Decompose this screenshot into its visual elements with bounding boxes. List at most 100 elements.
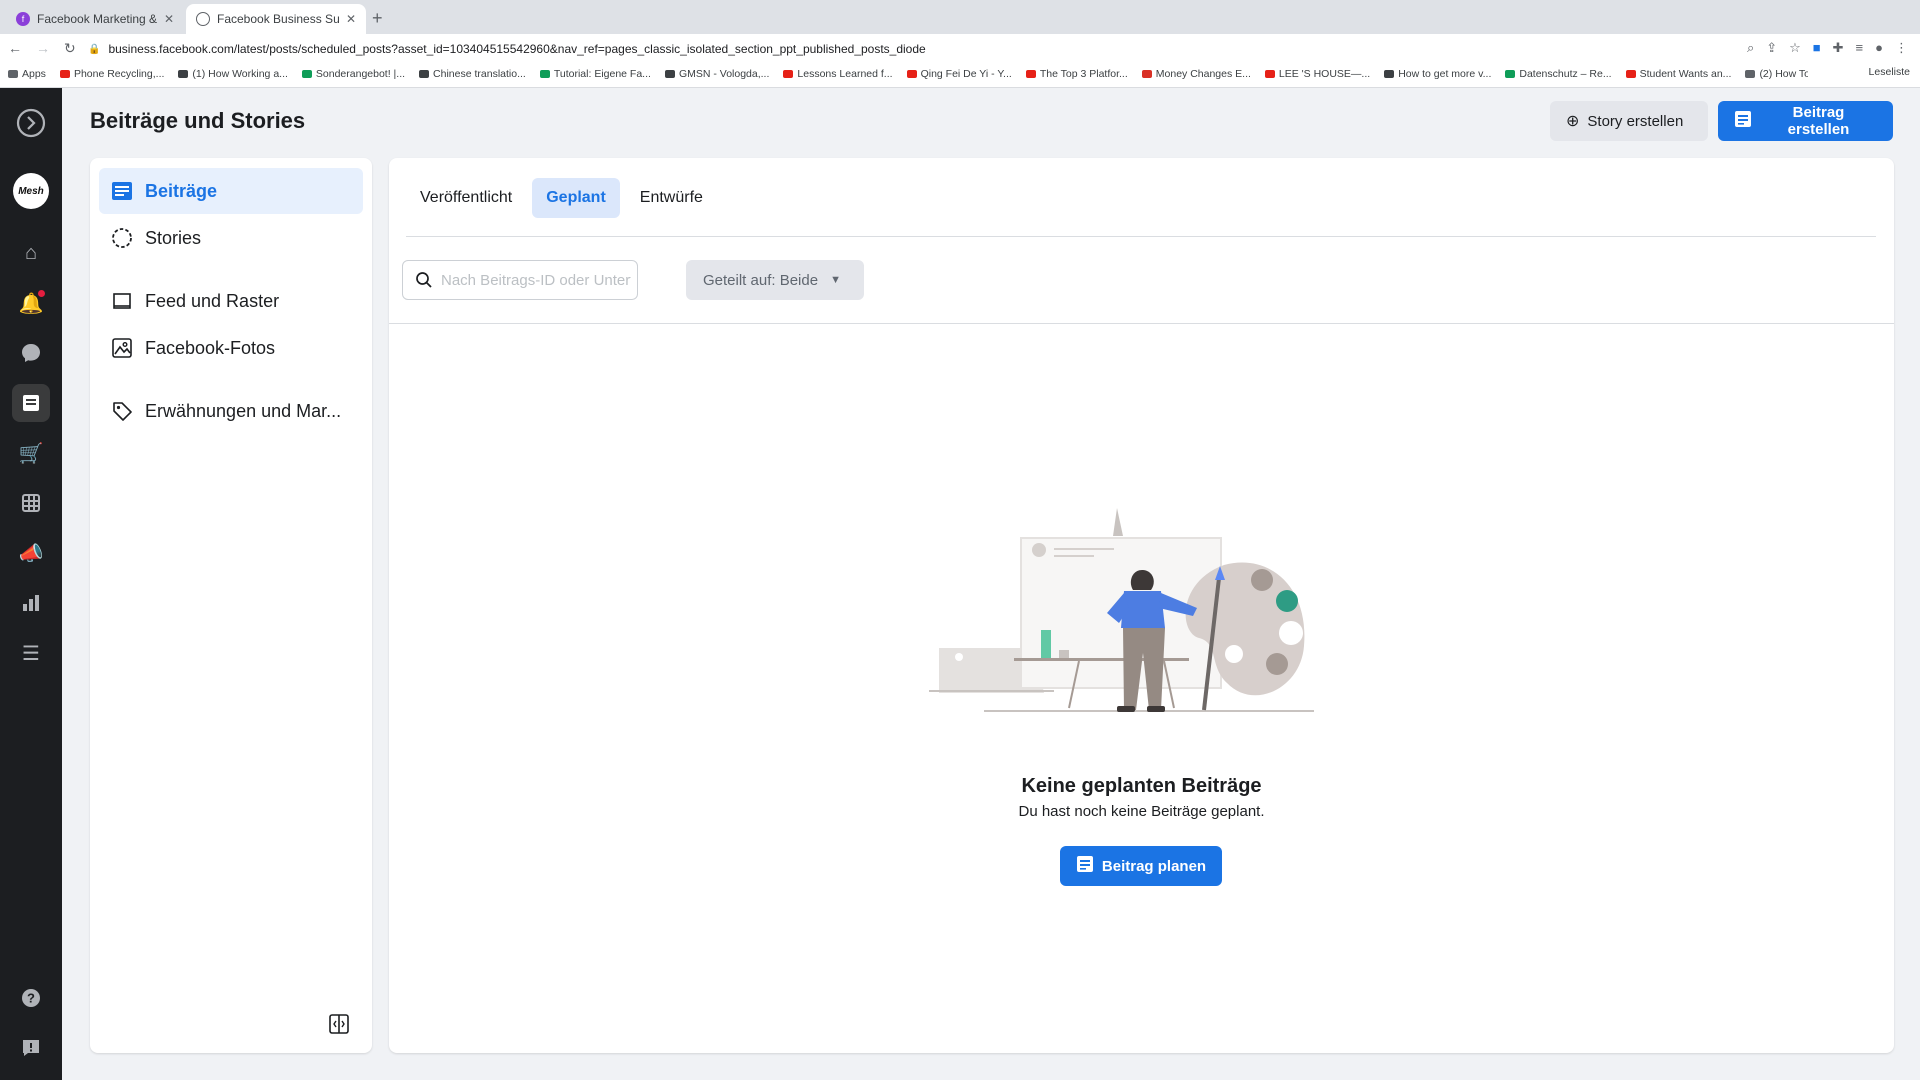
close-tab-icon[interactable]: ✕ xyxy=(346,12,356,26)
bookmark-item[interactable]: Money Changes E... xyxy=(1141,68,1251,80)
lock-icon: 🔒 xyxy=(88,43,101,55)
help-icon[interactable]: ? xyxy=(12,979,50,1017)
bookmark-label: Qing Fei De Yi - Y... xyxy=(920,68,1012,80)
bookmark-item[interactable]: LEE 'S HOUSE—... xyxy=(1264,68,1370,80)
bookmark-favicon-icon xyxy=(1141,70,1152,78)
bookmark-item[interactable]: (1) How Working a... xyxy=(178,68,288,80)
all-tools-menu-icon[interactable]: ☰ xyxy=(12,634,50,672)
create-post-button[interactable]: Beitrag erstellen xyxy=(1718,101,1893,141)
left-nav-rail: Mesh ⌂ 🔔 🛒 📣 ☰ ? xyxy=(0,88,62,1080)
browser-tab-marketing[interactable]: f Facebook Marketing & Werbe... ✕ xyxy=(6,4,184,34)
tab-scheduled[interactable]: Geplant xyxy=(532,178,620,218)
bookmark-label: Student Wants an... xyxy=(1639,68,1732,80)
zoom-icon[interactable]: ⌕ xyxy=(1747,40,1754,56)
feed-grid-icon xyxy=(111,290,133,312)
extension-facebook-icon[interactable]: ■ xyxy=(1813,40,1821,56)
bookmark-item[interactable]: Student Wants an... xyxy=(1625,68,1732,80)
back-icon[interactable]: ← xyxy=(8,40,22,57)
bookmark-item[interactable]: The Top 3 Platfor... xyxy=(1025,68,1128,80)
chrome-menu-icon[interactable]: ⋮ xyxy=(1895,40,1908,56)
content-sidebar: Beiträge Stories Feed und Raster Faceboo… xyxy=(90,158,372,1053)
page-avatar[interactable]: Mesh xyxy=(13,173,49,209)
sidebar-item-posts[interactable]: Beiträge xyxy=(99,168,363,214)
tabs-divider xyxy=(406,236,1876,237)
url-text: business.facebook.com/latest/posts/sched… xyxy=(108,42,926,56)
address-bar[interactable]: 🔒 business.facebook.com/latest/posts/sch… xyxy=(88,37,1788,61)
bookmark-favicon-icon xyxy=(301,70,312,78)
new-tab-icon[interactable]: + xyxy=(372,8,383,29)
bookmarks-bar: Apps Phone Recycling,... (1) How Working a… xyxy=(8,64,1808,84)
sidebar-item-label: Erwähnungen und Mar... xyxy=(145,400,342,421)
bookmark-label: Phone Recycling,... xyxy=(73,68,165,80)
bookmark-favicon-icon xyxy=(1505,70,1516,78)
bookmark-label: Sonderangebot! |... xyxy=(315,68,406,80)
bookmark-label: Apps xyxy=(22,68,46,80)
planner-grid-icon[interactable] xyxy=(12,484,50,522)
search-box[interactable] xyxy=(402,260,638,300)
sidebar-item-label: Facebook-Fotos xyxy=(145,337,276,358)
posts-stories-icon[interactable] xyxy=(12,384,50,422)
browser-tabstrip: f Facebook Marketing & Werbe... ✕ Facebo… xyxy=(0,0,1920,34)
notifications-bell-icon[interactable]: 🔔 xyxy=(12,284,50,322)
bookmark-label: The Top 3 Platfor... xyxy=(1039,68,1128,80)
bookmark-item[interactable]: GMSN - Vologda,... xyxy=(664,68,770,80)
tab-published[interactable]: Veröffentlicht xyxy=(406,178,526,218)
feedback-icon[interactable] xyxy=(12,1029,50,1067)
filter-divider xyxy=(389,323,1894,324)
close-tab-icon[interactable]: ✕ xyxy=(164,12,174,26)
bookmark-favicon-icon xyxy=(1745,70,1756,78)
extensions-puzzle-icon[interactable]: ✚ xyxy=(1833,40,1844,56)
bookmark-favicon-icon xyxy=(178,70,189,78)
shared-on-filter-dropdown[interactable]: Geteilt auf: Beide ▼ xyxy=(686,260,864,300)
commerce-cart-icon[interactable]: 🛒 xyxy=(12,434,50,472)
schedule-post-label: Beitrag planen xyxy=(1101,857,1207,875)
sidebar-item-facebook-photos[interactable]: Facebook-Fotos xyxy=(99,325,363,371)
create-story-button[interactable]: ⊕ Story erstellen xyxy=(1550,101,1708,141)
bookmark-item[interactable]: Qing Fei De Yi - Y... xyxy=(906,68,1012,80)
browser-tab-business-suite[interactable]: Facebook Business Suite ✕ xyxy=(186,4,366,34)
sidebar-item-feed-grid[interactable]: Feed und Raster xyxy=(99,278,363,324)
ads-megaphone-icon[interactable]: 📣 xyxy=(12,534,50,572)
collapse-sidebar-icon[interactable] xyxy=(328,1013,350,1035)
tab-drafts[interactable]: Entwürfe xyxy=(626,178,717,218)
sidebar-item-label: Stories xyxy=(145,227,202,248)
bookmark-item[interactable]: Tutorial: Eigene Fa... xyxy=(539,68,651,80)
sidebar-item-stories[interactable]: Stories xyxy=(99,215,363,261)
photos-icon xyxy=(111,337,133,359)
bookmark-item[interactable]: Phone Recycling,... xyxy=(59,68,165,80)
bookmark-star-icon[interactable]: ☆ xyxy=(1789,40,1801,56)
bookmark-item[interactable]: (2) How To Add A... xyxy=(1745,68,1808,80)
bookmark-item[interactable]: How to get more v... xyxy=(1384,68,1491,80)
bookmark-label: Money Changes E... xyxy=(1155,68,1251,80)
bookmark-label: GMSN - Vologda,... xyxy=(678,68,770,80)
bookmark-label: Lessons Learned f... xyxy=(797,68,893,80)
inbox-chat-icon[interactable] xyxy=(12,334,50,372)
empty-state-subtitle: Du hast noch keine Beiträge geplant. xyxy=(1018,803,1265,820)
tag-icon xyxy=(111,400,133,422)
search-icon xyxy=(416,272,432,288)
sidebar-item-mentions-tags[interactable]: Erwähnungen und Mar... xyxy=(99,388,363,434)
insights-chart-icon[interactable] xyxy=(12,584,50,622)
business-suite-logo-icon[interactable] xyxy=(12,104,50,142)
add-story-icon: ⊕ xyxy=(1566,113,1580,130)
share-icon[interactable]: ⇪ xyxy=(1766,40,1777,56)
bookmark-item[interactable]: Datenschutz – Re... xyxy=(1505,68,1612,80)
reading-list[interactable]: Leseliste xyxy=(1869,66,1910,78)
bookmark-item[interactable]: Chinese translatio... xyxy=(419,68,526,80)
browser-toolbar: ← → ↻ 🔒 business.facebook.com/latest/pos… xyxy=(0,34,1920,88)
bookmark-favicon-icon xyxy=(1264,70,1275,78)
search-input[interactable] xyxy=(441,271,631,289)
reload-icon[interactable]: ↻ xyxy=(64,40,76,57)
bookmark-item[interactable]: Apps xyxy=(8,68,46,80)
filter-label: Geteilt auf: Beide xyxy=(703,271,819,289)
profile-avatar-icon[interactable]: ● xyxy=(1875,40,1883,56)
bookmark-label: Datenschutz – Re... xyxy=(1519,68,1612,80)
home-icon[interactable]: ⌂ xyxy=(12,234,50,272)
media-icon[interactable]: ≡ xyxy=(1856,40,1864,56)
sidebar-item-label: Beiträge xyxy=(145,180,218,201)
forward-icon[interactable]: → xyxy=(36,40,50,57)
bookmark-item[interactable]: Sonderangebot! |... xyxy=(301,68,406,80)
bookmark-item[interactable]: Lessons Learned f... xyxy=(783,68,893,80)
bookmark-favicon-icon xyxy=(664,70,675,78)
schedule-post-button[interactable]: Beitrag planen xyxy=(1060,846,1222,886)
